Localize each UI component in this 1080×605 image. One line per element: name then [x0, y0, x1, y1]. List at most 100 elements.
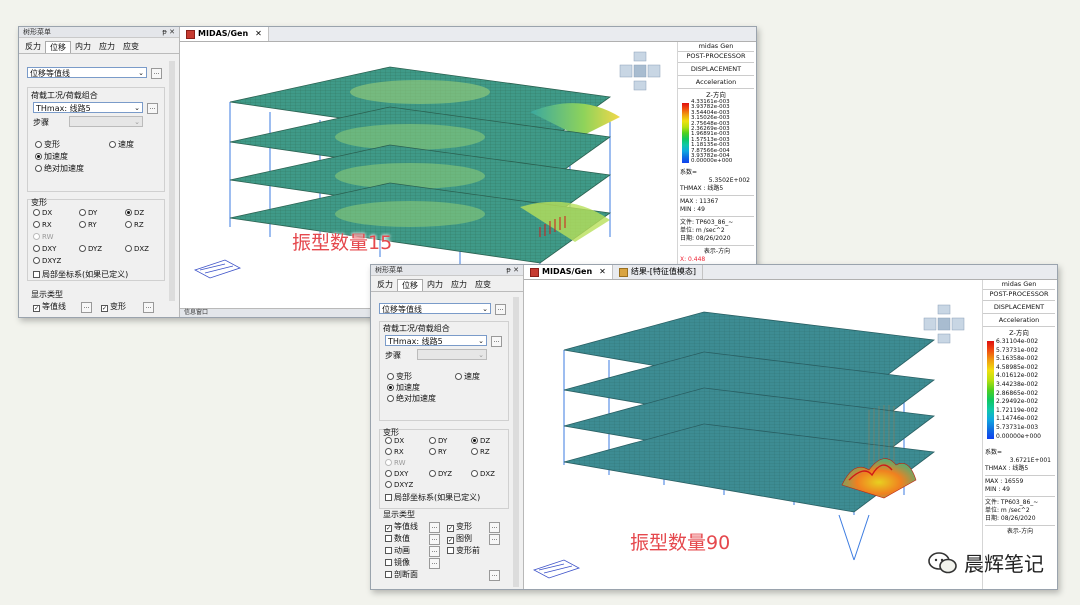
- radio-abs-acceleration[interactable]: 绝对加速度: [35, 163, 84, 174]
- radio-rx[interactable]: RX: [33, 221, 52, 229]
- min-label: MIN : 49: [680, 206, 705, 213]
- radio-dyz[interactable]: DYZ: [79, 245, 102, 253]
- radio-dxy[interactable]: DXY: [33, 245, 56, 253]
- watermark: 晨辉笔记: [928, 548, 1044, 577]
- tab-midas-gen[interactable]: MIDAS/Gen ✕: [180, 27, 269, 41]
- radio-rw: RW: [385, 459, 406, 467]
- radio-velocity[interactable]: 速度: [455, 371, 480, 382]
- result-type-select[interactable]: 位移等值线 ⌄: [379, 303, 491, 314]
- animation-options-button[interactable]: …: [429, 546, 440, 557]
- min-label: MIN : 49: [985, 486, 1010, 493]
- load-case-select[interactable]: THmax: 线路5 ⌄: [385, 335, 487, 346]
- radio-dz[interactable]: DZ: [125, 209, 144, 217]
- radio-dxz[interactable]: DXZ: [125, 245, 149, 253]
- radio-dyz[interactable]: DYZ: [429, 470, 452, 478]
- tab-force[interactable]: 内力: [423, 279, 447, 291]
- radio-deform[interactable]: 变形: [35, 139, 60, 150]
- panel-title: 树形菜单 ᵽ ✕: [19, 27, 179, 38]
- tab-midas-gen[interactable]: MIDAS/Gen ✕: [524, 265, 613, 279]
- tab-strain[interactable]: 应变: [471, 279, 495, 291]
- more-button[interactable]: …: [495, 304, 506, 315]
- file-label: 文件: TP603_86_~: [985, 499, 1039, 506]
- local-axis-checkbox[interactable]: 局部坐标系(如果已定义): [385, 492, 480, 503]
- chevron-down-icon: ⌄: [478, 351, 484, 359]
- mirror-options-button[interactable]: …: [429, 558, 440, 569]
- tab-eigen-results[interactable]: 结果-[特征值模态]: [613, 265, 703, 279]
- legend-type: DISPLACEMENT: [993, 303, 1045, 311]
- panel-scrollbar[interactable]: [169, 61, 175, 301]
- tab-displacement[interactable]: 位移: [45, 41, 71, 53]
- load-case-title: 荷载工况/荷载组合: [31, 91, 98, 100]
- view-direction-label: 表示-方向: [703, 248, 731, 255]
- tab-strain[interactable]: 应变: [119, 41, 143, 53]
- load-case-more-button[interactable]: …: [491, 336, 502, 347]
- radio-ry[interactable]: RY: [429, 448, 447, 456]
- local-axis-checkbox[interactable]: 局部坐标系(如果已定义): [33, 269, 128, 280]
- panel-controls[interactable]: ᵽ ✕: [162, 27, 175, 37]
- result-tabs: 反力 位移 内力 应力 应变: [19, 41, 179, 54]
- radio-dxz[interactable]: DXZ: [471, 470, 495, 478]
- legend-type: DISPLACEMENT: [690, 65, 742, 73]
- tab-displacement[interactable]: 位移: [397, 279, 423, 291]
- legend-checkbox[interactable]: ✓ 图例: [447, 533, 472, 544]
- deform-options-button[interactable]: …: [489, 522, 500, 533]
- section-checkbox[interactable]: 剖断面: [385, 569, 418, 580]
- tab-force[interactable]: 内力: [71, 41, 95, 53]
- values-checkbox[interactable]: 数值: [385, 533, 410, 544]
- deform-checkbox[interactable]: ✓ 变形: [447, 521, 472, 532]
- mirror-checkbox[interactable]: 镜像: [385, 557, 410, 568]
- radio-acceleration[interactable]: 加速度: [35, 151, 68, 162]
- tab-stress[interactable]: 应力: [447, 279, 471, 291]
- radio-deform[interactable]: 变形: [387, 371, 412, 382]
- radio-velocity[interactable]: 速度: [109, 139, 134, 150]
- panel-controls[interactable]: ᵽ ✕: [506, 265, 519, 275]
- radio-dy[interactable]: DY: [429, 437, 447, 445]
- load-case-select[interactable]: THmax: 线路5 ⌄: [33, 102, 143, 113]
- tab-stress[interactable]: 应力: [95, 41, 119, 53]
- unit-label: 单位: m /sec^2: [985, 507, 1030, 514]
- more-button[interactable]: …: [151, 68, 162, 79]
- step-select[interactable]: ⌄: [69, 116, 143, 127]
- close-icon[interactable]: ✕: [255, 27, 262, 41]
- radio-rx[interactable]: RX: [385, 448, 404, 456]
- radio-rz[interactable]: RZ: [125, 221, 144, 229]
- model-view[interactable]: MIDAS/Gen ✕ 结果-[特征值模态] midas Gen POST-PR…: [524, 265, 1057, 589]
- undeformed-checkbox[interactable]: 变形前: [447, 545, 480, 556]
- radio-dx[interactable]: DX: [385, 437, 404, 445]
- radio-ry[interactable]: RY: [79, 221, 97, 229]
- load-case-more-button[interactable]: …: [147, 103, 158, 114]
- step-label: 步骤: [33, 118, 49, 127]
- radio-dxyz[interactable]: DXYZ: [385, 481, 413, 489]
- radio-abs-acceleration[interactable]: 绝对加速度: [387, 393, 436, 404]
- radio-dz[interactable]: DZ: [471, 437, 490, 445]
- scale-values: 4.33161e-003 3.93782e-003 3.54404e-003 3.1…: [691, 99, 733, 165]
- contour-checkbox[interactable]: ✓ 等值线: [385, 521, 418, 532]
- unit-label: 单位: m /sec^2: [680, 227, 725, 234]
- step-select[interactable]: ⌄: [417, 349, 487, 360]
- contour-options-button[interactable]: …: [81, 302, 92, 313]
- radio-dy[interactable]: DY: [79, 209, 97, 217]
- thmax-label: THMAX : 线路5: [985, 465, 1029, 472]
- color-scale: 4.33161e-003 3.93782e-003 3.54404e-003 3.1…: [678, 99, 754, 165]
- deform-options-button[interactable]: …: [143, 302, 154, 313]
- deform-checkbox[interactable]: ✓ 变形: [101, 301, 126, 312]
- radio-dxyz[interactable]: DXYZ: [33, 257, 61, 265]
- contour-checkbox[interactable]: ✓ 等值线: [33, 301, 66, 312]
- legend-options-button[interactable]: …: [489, 534, 500, 545]
- max-label: MAX : 16559: [985, 478, 1024, 485]
- legend-direction: Z-方向: [706, 91, 726, 99]
- panel-scrollbar[interactable]: [513, 297, 519, 587]
- tab-reaction[interactable]: 反力: [21, 41, 45, 53]
- radio-rz[interactable]: RZ: [471, 448, 490, 456]
- animation-checkbox[interactable]: 动画: [385, 545, 410, 556]
- close-icon[interactable]: ✕: [599, 265, 606, 279]
- radio-acceleration[interactable]: 加速度: [387, 382, 420, 393]
- tab-reaction[interactable]: 反力: [373, 279, 397, 291]
- section-options-button[interactable]: …: [489, 570, 500, 581]
- values-options-button[interactable]: …: [429, 534, 440, 545]
- contour-options-button[interactable]: …: [429, 522, 440, 533]
- radio-dx[interactable]: DX: [33, 209, 52, 217]
- model-canvas-2[interactable]: [524, 280, 976, 588]
- radio-dxy[interactable]: DXY: [385, 470, 408, 478]
- result-type-select[interactable]: 位移等值线 ⌄: [27, 67, 147, 78]
